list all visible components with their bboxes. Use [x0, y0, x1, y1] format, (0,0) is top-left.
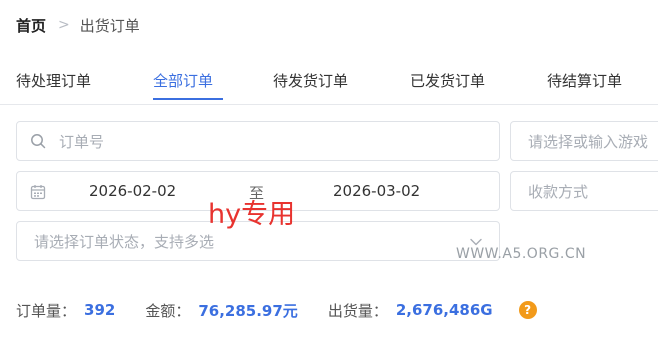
order-count-value: 392	[84, 301, 116, 319]
breadcrumb: 首页 > 出货订单	[16, 14, 140, 36]
order-count-label: 订单量：	[16, 301, 77, 320]
end-date[interactable]: 2026-03-02	[333, 182, 420, 200]
tab-to-settle[interactable]: 待结算订单	[547, 70, 622, 91]
tab-pending[interactable]: 待处理订单	[16, 70, 91, 91]
help-icon[interactable]: ?	[518, 301, 537, 319]
calendar-icon	[30, 185, 46, 200]
tab-to-ship[interactable]: 待发货订单	[273, 70, 348, 91]
amount-label: 金额：	[145, 301, 191, 320]
shipped-label: 出货量：	[327, 301, 388, 320]
order-search-box	[16, 121, 500, 161]
breadcrumb-separator-icon: >	[58, 17, 70, 33]
order-stats: 订单量： 392 金额： 76,285.97元 出货量： 2,676,486G …	[16, 298, 537, 322]
start-date[interactable]: 2026-02-02	[89, 182, 176, 200]
tab-shipped[interactable]: 已发货订单	[410, 70, 485, 91]
breadcrumb-current: 出货订单	[79, 16, 140, 35]
breadcrumb-home[interactable]: 首页	[16, 15, 46, 36]
amount-value: 76,285.97元	[198, 301, 298, 320]
payment-method-select[interactable]	[510, 171, 658, 211]
game-select[interactable]	[510, 121, 658, 161]
search-icon	[31, 134, 46, 149]
active-tab-indicator	[153, 98, 223, 100]
order-tabs: 待处理订单 全部订单 待发货订单 已发货订单 待结算订单	[0, 60, 658, 105]
game-select-input[interactable]	[526, 122, 658, 160]
payment-method-input[interactable]	[526, 172, 658, 210]
tab-all[interactable]: 全部订单	[153, 70, 213, 91]
site-watermark: WWW.A5.ORG.CN	[456, 246, 587, 262]
order-number-input[interactable]	[57, 122, 491, 160]
shipped-value: 2,676,486G	[395, 301, 493, 319]
overlay-watermark: hy专用	[208, 199, 296, 230]
